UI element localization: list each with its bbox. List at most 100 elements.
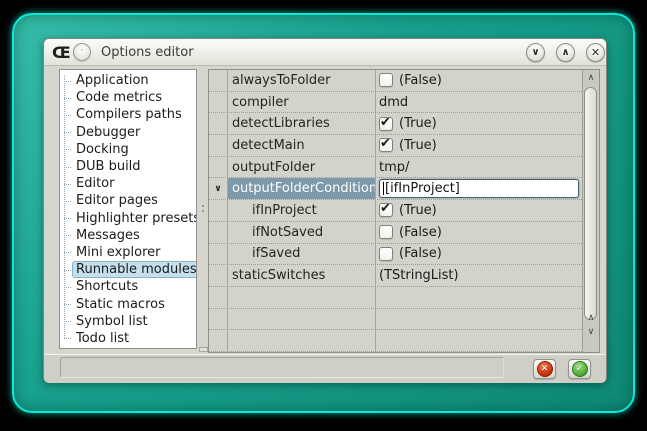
property-row-outputFolder[interactable]: outputFoldertmp/	[209, 157, 582, 179]
sidebar-item-runnable-modules[interactable]: Runnable modules	[60, 261, 196, 278]
property-row-outputFolderConditions[interactable]: ∨outputFolderConditions[ifInProject]	[209, 178, 582, 200]
check-icon: ✔	[380, 115, 391, 130]
property-name: staticSwitches	[228, 265, 376, 286]
property-row-empty	[209, 309, 582, 331]
scrollbar-thumb[interactable]	[584, 87, 597, 320]
property-name	[228, 309, 376, 330]
splitter-nub[interactable]	[199, 347, 208, 352]
edit-text: [ifInProject]	[385, 181, 460, 196]
tree-connector	[64, 167, 71, 168]
property-row-detectLibraries[interactable]: detectLibraries ✔ (True)	[209, 113, 582, 135]
sidebar-item-mini-explorer[interactable]: Mini explorer	[60, 244, 196, 261]
sidebar-item-label: Messages	[72, 227, 144, 244]
sidebar-item-label: Symbol list	[72, 313, 152, 330]
property-row-ifSaved[interactable]: ifSaved(False)	[209, 244, 582, 266]
sidebar-item-shortcuts[interactable]: Shortcuts	[60, 278, 196, 295]
check-icon: ✔	[380, 136, 391, 151]
sidebar-tree: ApplicationCode metricsCompilers pathsDe…	[60, 70, 196, 348]
tree-connector	[64, 132, 71, 133]
scroll-down-icon[interactable]: ∨	[583, 325, 599, 339]
minimize-button[interactable]: ∨	[526, 43, 545, 62]
value-label: (False)	[399, 225, 442, 240]
vertical-scrollbar[interactable]: ∧ ∧ ∨	[582, 70, 599, 352]
sidebar-item-label: Docking	[72, 141, 133, 158]
sidebar-item-label: Todo list	[72, 330, 133, 347]
expand-gutter	[209, 70, 228, 91]
bottom-toolbar: ✕ ✓	[44, 354, 606, 383]
sidebar-item-label: DUB build	[72, 158, 145, 175]
property-name: compiler	[228, 92, 376, 113]
sidebar-item-editor-pages[interactable]: Editor pages	[60, 192, 196, 209]
property-row-detectMain[interactable]: detectMain✔(True)	[209, 135, 582, 157]
sidebar-item-compilers-paths[interactable]: Compilers paths	[60, 106, 196, 123]
scroll-up-icon[interactable]: ∧	[583, 71, 599, 85]
close-button[interactable]: ✕	[586, 43, 605, 62]
property-name: detectLibraries	[228, 113, 376, 134]
tree-connector	[64, 184, 71, 185]
cancel-button[interactable]: ✕	[533, 359, 556, 379]
chevron-down-icon[interactable]: ∨	[214, 184, 221, 194]
sidebar-item-todo-list[interactable]: Todo list	[60, 330, 196, 347]
property-value: dmd	[376, 92, 582, 113]
checkbox-checked[interactable]: ✔	[379, 117, 393, 131]
chevron-up-icon: ∧	[561, 47, 569, 58]
property-name: ifSaved	[228, 244, 376, 265]
titlebar[interactable]: Œ · Options editor ∨ ∧ ✕	[44, 39, 606, 66]
options-editor-window: Œ · Options editor ∨ ∧ ✕ ApplicationCode…	[43, 38, 607, 383]
sidebar-item-highlighter-presets[interactable]: Highlighter presets	[60, 210, 196, 227]
window-menu-button[interactable]: ·	[73, 43, 91, 61]
sidebar-item-messages[interactable]: Messages	[60, 227, 196, 244]
category-tree-panel: ApplicationCode metricsCompilers pathsDe…	[59, 69, 197, 349]
expand-gutter	[209, 200, 228, 221]
maximize-button[interactable]: ∧	[556, 43, 575, 62]
checkbox-unchecked[interactable]	[379, 225, 393, 239]
value-edit-input[interactable]: [ifInProject]	[379, 179, 579, 198]
accept-check-icon: ✓	[572, 361, 588, 377]
expand-gutter	[209, 113, 228, 134]
sidebar-item-docking[interactable]: Docking	[60, 141, 196, 158]
tree-connector	[64, 218, 71, 219]
sidebar-item-code-metrics[interactable]: Code metrics	[60, 89, 196, 106]
checkbox-unchecked[interactable]	[379, 247, 393, 261]
sidebar-item-application[interactable]: Application	[60, 72, 196, 89]
sidebar-item-label: Runnable modules	[72, 261, 197, 278]
property-rows: alwaysToFolder(False)compilerdmddetectLi…	[209, 70, 582, 352]
property-row-staticSwitches[interactable]: staticSwitches(TStringList)	[209, 265, 582, 287]
sidebar-item-dub-build[interactable]: DUB build	[60, 158, 196, 175]
value-label: (True)	[399, 203, 437, 218]
expand-gutter	[209, 92, 228, 113]
property-value: (False)	[376, 244, 582, 265]
property-row-alwaysToFolder[interactable]: alwaysToFolder(False)	[209, 70, 582, 92]
sidebar-item-label: Shortcuts	[72, 278, 142, 295]
checkbox-checked[interactable]: ✔	[379, 138, 393, 152]
expand-gutter	[209, 157, 228, 178]
property-row-empty	[209, 287, 582, 309]
sidebar-item-label: Static macros	[72, 296, 169, 313]
property-value: ✔ (True)	[376, 200, 582, 221]
sidebar-item-label: Editor	[72, 175, 118, 192]
value-label: (False)	[399, 73, 442, 88]
checkbox-unchecked[interactable]	[379, 73, 393, 87]
property-name: detectMain	[228, 135, 376, 156]
tree-connector	[64, 149, 71, 150]
property-row-ifInProject[interactable]: ifInProject✔(True)	[209, 200, 582, 222]
sidebar-item-label: Editor pages	[72, 192, 162, 209]
property-value	[376, 330, 582, 351]
tree-connector	[64, 287, 71, 288]
value-label: tmp/	[379, 160, 409, 175]
sidebar-item-debugger[interactable]: Debugger	[60, 124, 196, 141]
value-label: (True)	[399, 116, 437, 131]
sidebar-item-static-macros[interactable]: Static macros	[60, 295, 196, 312]
panel-splitter[interactable]	[199, 69, 207, 349]
tree-connector	[64, 235, 71, 236]
property-name: outputFolder	[228, 157, 376, 178]
property-row-compiler[interactable]: compilerdmd	[209, 92, 582, 114]
scroll-up-icon[interactable]: ∧	[583, 311, 599, 325]
close-icon: ✕	[591, 46, 600, 59]
property-row-ifNotSaved[interactable]: ifNotSaved(False)	[209, 222, 582, 244]
checkbox-checked[interactable]: ✔	[379, 203, 393, 217]
sidebar-item-symbol-list[interactable]: Symbol list	[60, 313, 196, 330]
sidebar-item-editor[interactable]: Editor	[60, 175, 196, 192]
accept-button[interactable]: ✓	[568, 359, 591, 379]
sidebar-item-label: Code metrics	[72, 89, 166, 106]
